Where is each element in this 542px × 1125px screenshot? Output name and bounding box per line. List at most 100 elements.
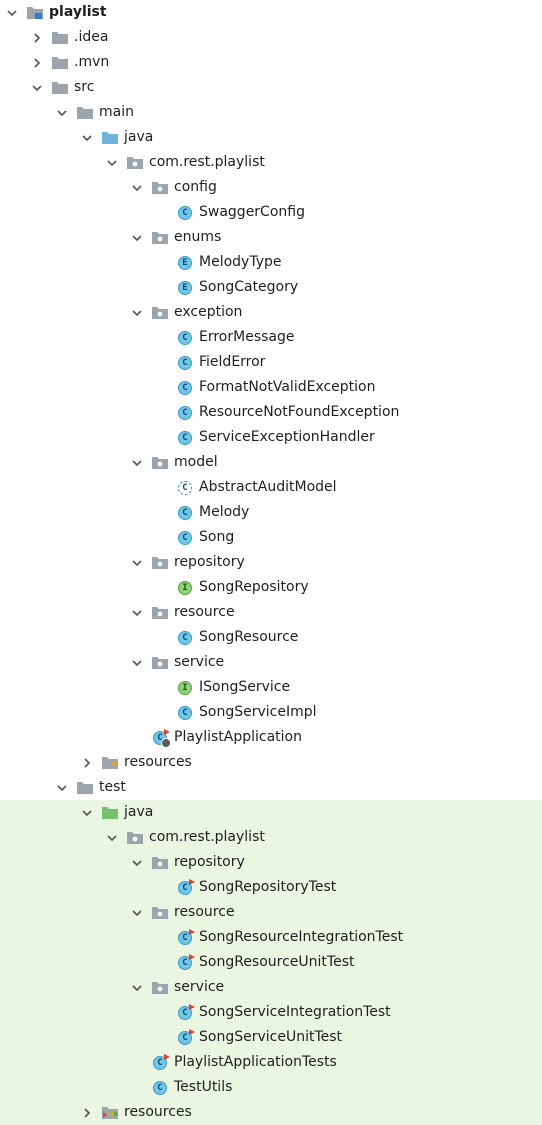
tree-row[interactable]: C SwaggerConfig: [0, 200, 542, 225]
tree-node-label: resources: [124, 754, 192, 770]
tree-row[interactable]: C SongServiceImpl: [0, 700, 542, 725]
tree-row[interactable]: E SongCategory: [0, 275, 542, 300]
tree-row[interactable]: C Melody: [0, 500, 542, 525]
tree-row[interactable]: I ISongService: [0, 675, 542, 700]
chevron-down-icon[interactable]: [131, 457, 143, 469]
tree-node-label: src: [74, 79, 95, 95]
chevron-down-icon[interactable]: [131, 307, 143, 319]
test-resources-folder-icon: [101, 1105, 119, 1121]
chevron-down-icon[interactable]: [6, 7, 18, 19]
tree-row[interactable]: C SongServiceIntegrationTest: [0, 1000, 542, 1025]
chevron-down-icon[interactable]: [131, 607, 143, 619]
tree-node-label: ResourceNotFoundException: [199, 404, 400, 420]
tree-node-label: java: [124, 804, 154, 820]
tree-node-label: AbstractAuditModel: [199, 479, 337, 495]
tree-row[interactable]: C ServiceExceptionHandler: [0, 425, 542, 450]
tree-row[interactable]: E MelodyType: [0, 250, 542, 275]
chevron-down-icon[interactable]: [81, 132, 93, 144]
tree-row[interactable]: test: [0, 775, 542, 800]
tree-row[interactable]: C PlaylistApplicationTests: [0, 1050, 542, 1075]
package-icon: [151, 655, 169, 671]
tree-node-label: SongRepositoryTest: [199, 879, 337, 895]
tree-row[interactable]: C ResourceNotFoundException: [0, 400, 542, 425]
chevron-right-icon[interactable]: [31, 32, 43, 44]
tree-row[interactable]: repository: [0, 850, 542, 875]
tree-row[interactable]: C TestUtils: [0, 1075, 542, 1100]
tree-row[interactable]: C AbstractAuditModel: [0, 475, 542, 500]
class-icon: C: [176, 430, 194, 446]
chevron-down-icon[interactable]: [131, 982, 143, 994]
tree-row[interactable]: C SongServiceUnitTest: [0, 1025, 542, 1050]
tree-row[interactable]: C ErrorMessage: [0, 325, 542, 350]
tree-node-label: playlist: [49, 4, 107, 20]
tree-row[interactable]: C SongRepositoryTest: [0, 875, 542, 900]
chevron-down-icon[interactable]: [31, 82, 43, 94]
tree-row[interactable]: I SongRepository: [0, 575, 542, 600]
tree-row[interactable]: C SongResourceIntegrationTest: [0, 925, 542, 950]
tree-row[interactable]: C Song: [0, 525, 542, 550]
tree-row[interactable]: repository: [0, 550, 542, 575]
module-icon: [26, 5, 44, 21]
chevron-down-icon[interactable]: [131, 557, 143, 569]
tree-row[interactable]: .mvn: [0, 50, 542, 75]
tree-node-label: enums: [174, 229, 222, 245]
folder-icon: [76, 780, 94, 796]
tree-row[interactable]: java: [0, 800, 542, 825]
chevron-down-icon[interactable]: [81, 807, 93, 819]
tree-row[interactable]: C SongResource: [0, 625, 542, 650]
tree-row[interactable]: .idea: [0, 25, 542, 50]
tree-row[interactable]: C FormatNotValidException: [0, 375, 542, 400]
chevron-down-icon[interactable]: [56, 782, 68, 794]
tree-row[interactable]: C SongResourceUnitTest: [0, 950, 542, 975]
tree-row[interactable]: resource: [0, 900, 542, 925]
chevron-right-icon[interactable]: [81, 757, 93, 769]
tree-node-label: ServiceExceptionHandler: [199, 429, 375, 445]
tree-row[interactable]: model: [0, 450, 542, 475]
tree-row[interactable]: main: [0, 100, 542, 125]
chevron-down-icon[interactable]: [56, 107, 68, 119]
tree-node-label: repository: [174, 554, 245, 570]
package-icon: [151, 230, 169, 246]
tree-row[interactable]: service: [0, 650, 542, 675]
tree-row[interactable]: resource: [0, 600, 542, 625]
tree-node-label: SongServiceIntegrationTest: [199, 1004, 391, 1020]
tree-row[interactable]: C PlaylistApplication: [0, 725, 542, 750]
package-icon: [151, 905, 169, 921]
tree-row[interactable]: service: [0, 975, 542, 1000]
chevron-down-icon[interactable]: [131, 182, 143, 194]
tree-row[interactable]: java: [0, 125, 542, 150]
package-icon: [151, 855, 169, 871]
chevron-right-icon[interactable]: [81, 1107, 93, 1119]
tree-row[interactable]: config: [0, 175, 542, 200]
tree-row[interactable]: resources: [0, 1100, 542, 1125]
tree-node-label: SongServiceUnitTest: [199, 1029, 343, 1045]
tree-node-label: main: [99, 104, 134, 120]
tree-row[interactable]: exception: [0, 300, 542, 325]
chevron-down-icon[interactable]: [106, 832, 118, 844]
tree-row[interactable]: com.rest.playlist: [0, 825, 542, 850]
chevron-down-icon[interactable]: [131, 857, 143, 869]
tree-node-label: Song: [199, 529, 235, 545]
tree-node-label: com.rest.playlist: [149, 829, 265, 845]
tree-row[interactable]: com.rest.playlist: [0, 150, 542, 175]
tree-row[interactable]: src: [0, 75, 542, 100]
class-icon: C: [176, 505, 194, 521]
chevron-right-icon[interactable]: [31, 57, 43, 69]
folder-icon: [51, 30, 69, 46]
tree-node-label: test: [99, 779, 126, 795]
class-icon: C: [176, 630, 194, 646]
chevron-down-icon[interactable]: [131, 657, 143, 669]
chevron-down-icon[interactable]: [106, 157, 118, 169]
tree-node-label: FieldError: [199, 354, 266, 370]
tree-row[interactable]: C FieldError: [0, 350, 542, 375]
tree-row[interactable]: enums: [0, 225, 542, 250]
test-class-icon: C: [151, 1053, 170, 1071]
test-class-icon: C: [176, 928, 195, 946]
chevron-down-icon[interactable]: [131, 232, 143, 244]
tree-row[interactable]: resources: [0, 750, 542, 775]
chevron-down-icon[interactable]: [131, 907, 143, 919]
folder-icon: [51, 80, 69, 96]
tree-node-label: service: [174, 654, 225, 670]
tree-node-label: SongServiceImpl: [199, 704, 317, 720]
tree-row[interactable]: playlist: [0, 0, 542, 25]
